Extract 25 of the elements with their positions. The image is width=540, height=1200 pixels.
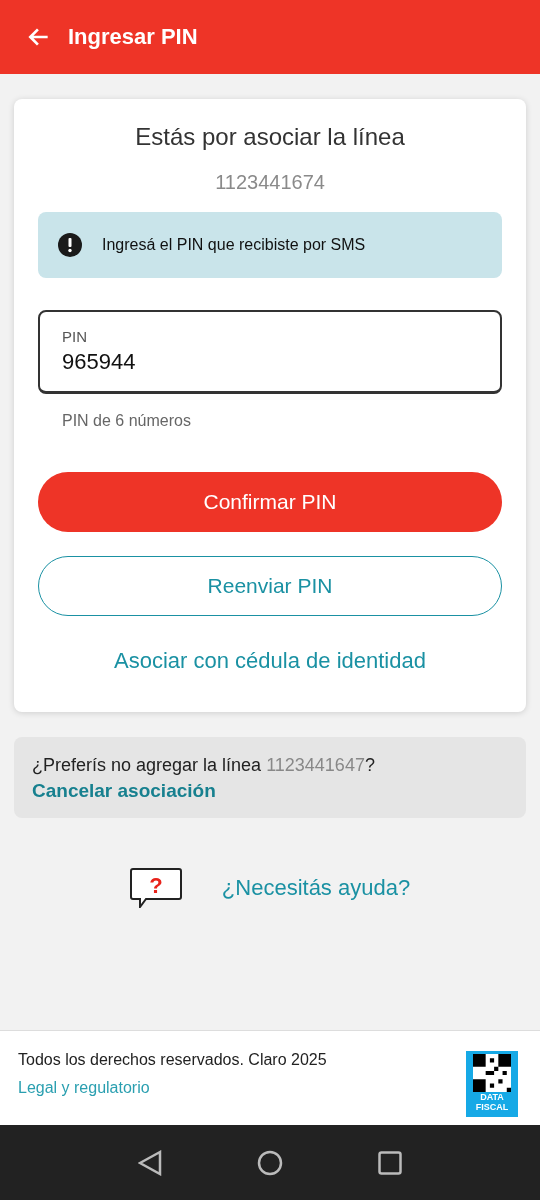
question-text: ¿Preferís no agregar la línea 1123441647? (32, 755, 376, 776)
confirm-button[interactable]: Confirmar PIN (38, 472, 502, 532)
exclamation-icon (58, 233, 82, 257)
resend-button[interactable]: Reenviar PIN (38, 556, 502, 616)
line-number: 1123441674 (215, 171, 325, 194)
help-link[interactable]: ¿Necesitás ayuda? (221, 875, 411, 901)
pin-input[interactable]: 965944 (62, 349, 478, 375)
copyright-text: Todos los derechos reservados. Claro 2025 (18, 1051, 327, 1069)
home-nav-icon[interactable] (257, 1149, 283, 1176)
qr-code-icon (473, 1054, 511, 1092)
help-bubble-icon: ? (129, 868, 182, 908)
card-title: Estás por asociar la línea (135, 123, 405, 151)
banner-text: Ingresá el PIN que recibiste por SMS (102, 236, 366, 254)
page-title: Ingresar PIN (68, 24, 198, 50)
helper-text: PIN de 6 números (61, 412, 192, 430)
data-fiscal-badge[interactable]: DATA FISCAL (466, 1051, 518, 1117)
badge-text: FISCAL (475, 1102, 509, 1112)
pin-field[interactable]: PIN 965944 (38, 310, 502, 394)
recents-nav-icon[interactable] (378, 1150, 403, 1175)
field-label: PIN (62, 328, 88, 345)
id-card-link[interactable]: Asociar con cédula de identidad (114, 648, 426, 674)
badge-text: DATA (480, 1092, 504, 1102)
cancel-link[interactable]: Cancelar asociación (32, 780, 216, 802)
legal-link[interactable]: Legal y regulatorio (18, 1079, 327, 1097)
back-nav-icon[interactable] (137, 1149, 162, 1176)
